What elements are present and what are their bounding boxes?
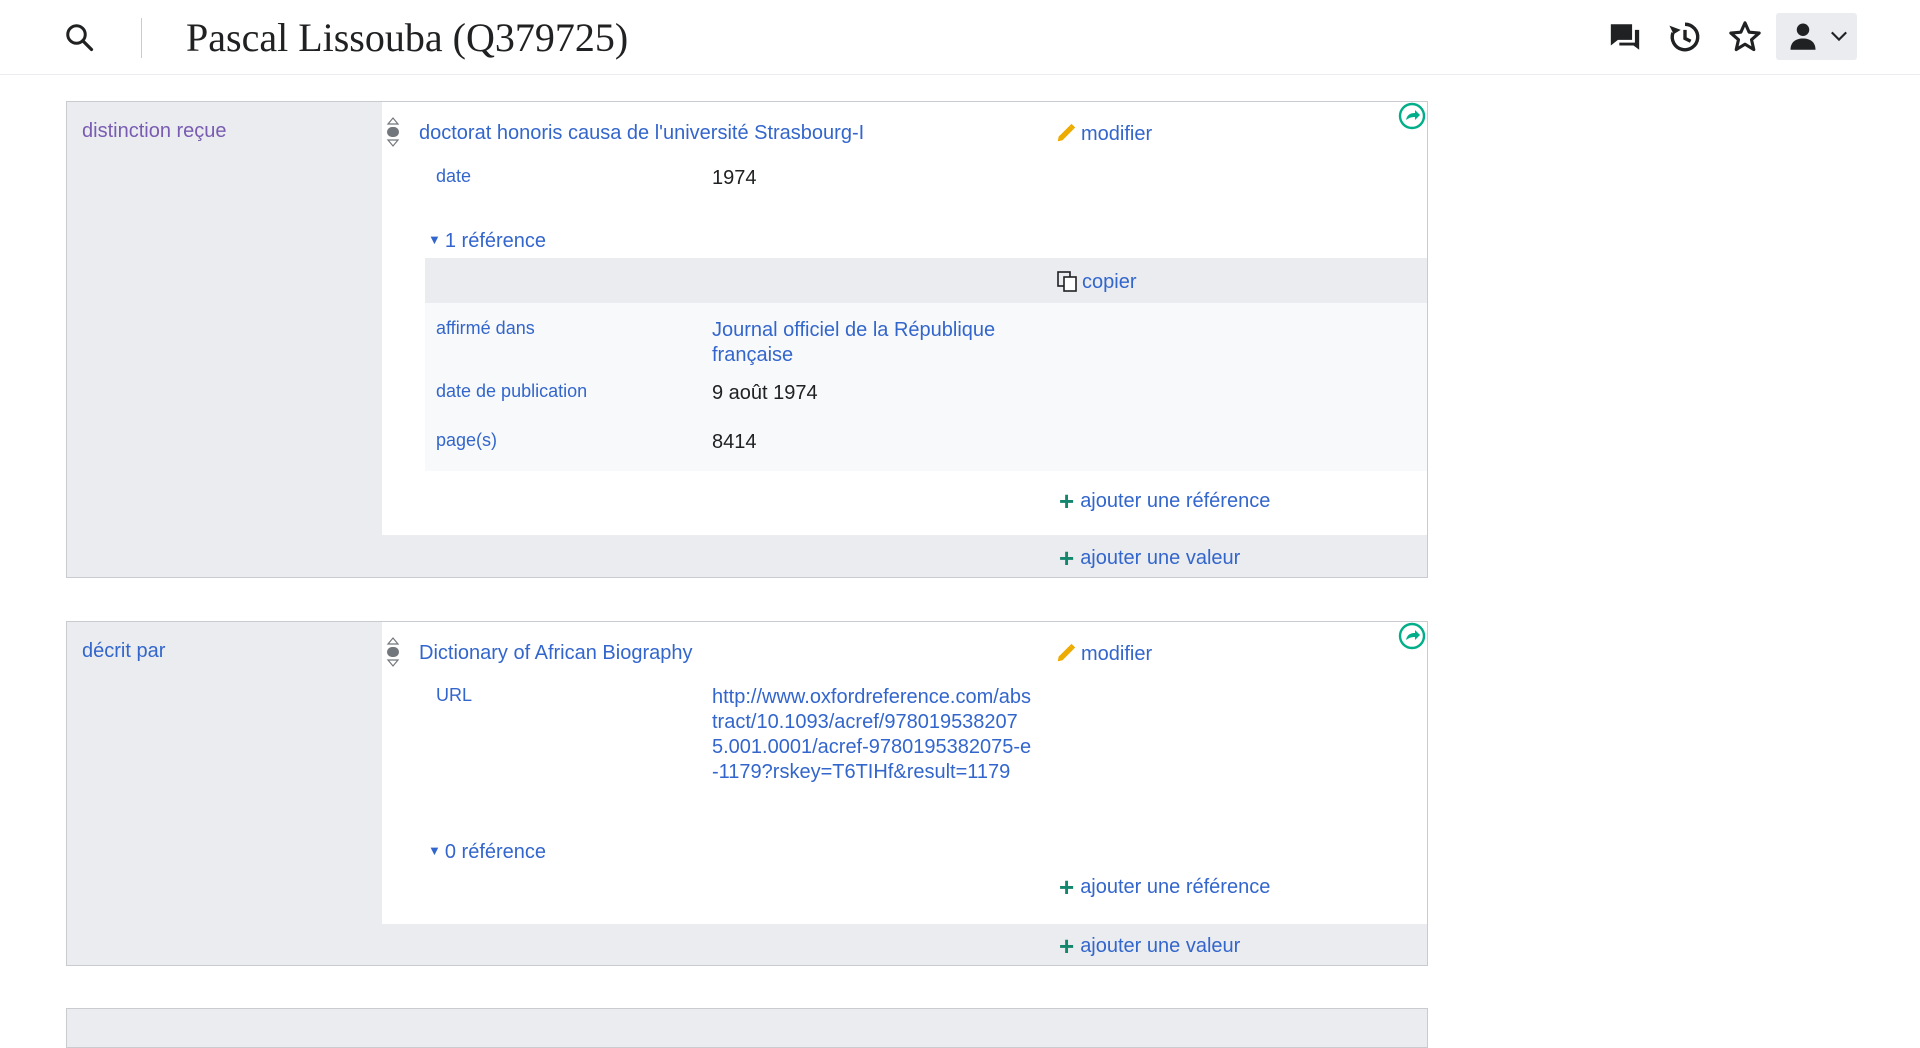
reference-header: copier (425, 258, 1427, 303)
qualifier-value: 1974 (712, 167, 757, 189)
search-icon[interactable] (64, 22, 94, 52)
statement-value[interactable]: doctorat honoris causa de l'université S… (419, 122, 864, 145)
property-label[interactable]: distinction reçue (82, 120, 227, 143)
add-value-button[interactable]: + ajouter une valeur (1059, 931, 1240, 962)
add-reference-button[interactable]: + ajouter une référence (1059, 872, 1270, 903)
top-divider (141, 18, 142, 58)
add-reference-label: ajouter une référence (1080, 490, 1271, 512)
user-icon (1790, 23, 1816, 50)
copy-button[interactable]: copier (1055, 269, 1136, 294)
statement-group-described-by: décrit par Dictionary of African Biograp… (66, 621, 1428, 966)
plus-icon: + (1059, 543, 1075, 573)
reference-label[interactable]: affirmé dans (436, 318, 535, 339)
top-bar: Pascal Lissouba (Q379725) (0, 0, 1920, 75)
add-reference-label: ajouter une référence (1080, 876, 1271, 898)
add-value-label: ajouter une valeur (1080, 547, 1241, 569)
history-icon[interactable] (1668, 20, 1702, 54)
references-count: 0 référence (444, 841, 547, 863)
page-title: Pascal Lissouba (Q379725) (186, 15, 629, 60)
qualifier-url[interactable]: http://www.oxfordreference.com/abstract/… (712, 685, 1032, 785)
pencil-icon (1057, 123, 1076, 142)
rank-icon[interactable] (386, 636, 400, 668)
star-icon[interactable] (1728, 20, 1762, 54)
add-value-button[interactable]: + ajouter une valeur (1059, 543, 1240, 574)
chevron-down-icon (1831, 31, 1847, 42)
reference-label[interactable]: date de publication (436, 381, 587, 402)
edit-button[interactable]: modifier (1055, 122, 1152, 146)
triangle-down-icon: ▼ (428, 232, 441, 247)
plus-icon: + (1059, 931, 1075, 961)
talk-icon[interactable] (1608, 20, 1642, 54)
qualifier-label[interactable]: URL (436, 685, 472, 706)
add-value-label: ajouter une valeur (1080, 935, 1241, 957)
edit-label: modifier (1081, 123, 1153, 145)
statement: Dictionary of African Biography modifier… (382, 622, 1427, 924)
triangle-down-icon: ▼ (428, 843, 441, 858)
add-reference-button[interactable]: + ajouter une référence (1059, 486, 1270, 517)
reference-block: copier affirmé dans Journal officiel de … (425, 258, 1427, 471)
statement-group-next (66, 1008, 1428, 1048)
property-label[interactable]: décrit par (82, 640, 165, 663)
references-toggle[interactable]: ▼ 1 référence (428, 230, 546, 253)
references-count: 1 référence (444, 230, 547, 252)
rank-icon[interactable] (386, 116, 400, 148)
qualifier-label[interactable]: date (436, 166, 471, 187)
reference-label[interactable]: page(s) (436, 430, 497, 451)
reference-value: 9 août 1974 (712, 382, 818, 404)
plus-icon: + (1059, 872, 1075, 902)
statement-value[interactable]: Dictionary of African Biography (419, 642, 692, 665)
share-icon[interactable] (1397, 621, 1427, 651)
references-toggle[interactable]: ▼ 0 référence (428, 841, 546, 864)
edit-label: modifier (1081, 643, 1153, 665)
statement-group-distinction: distinction reçue doctorat honoris causa… (66, 101, 1428, 578)
reference-value: 8414 (712, 431, 757, 453)
copy-icon (1057, 271, 1077, 292)
pencil-icon (1057, 643, 1076, 662)
edit-button[interactable]: modifier (1055, 642, 1152, 666)
user-menu-button[interactable] (1776, 13, 1857, 60)
plus-icon: + (1059, 486, 1075, 516)
reference-value[interactable]: Journal officiel de la République frança… (712, 318, 1032, 368)
copy-label: copier (1082, 271, 1137, 293)
statement: doctorat honoris causa de l'université S… (382, 102, 1427, 535)
share-icon[interactable] (1397, 101, 1427, 131)
